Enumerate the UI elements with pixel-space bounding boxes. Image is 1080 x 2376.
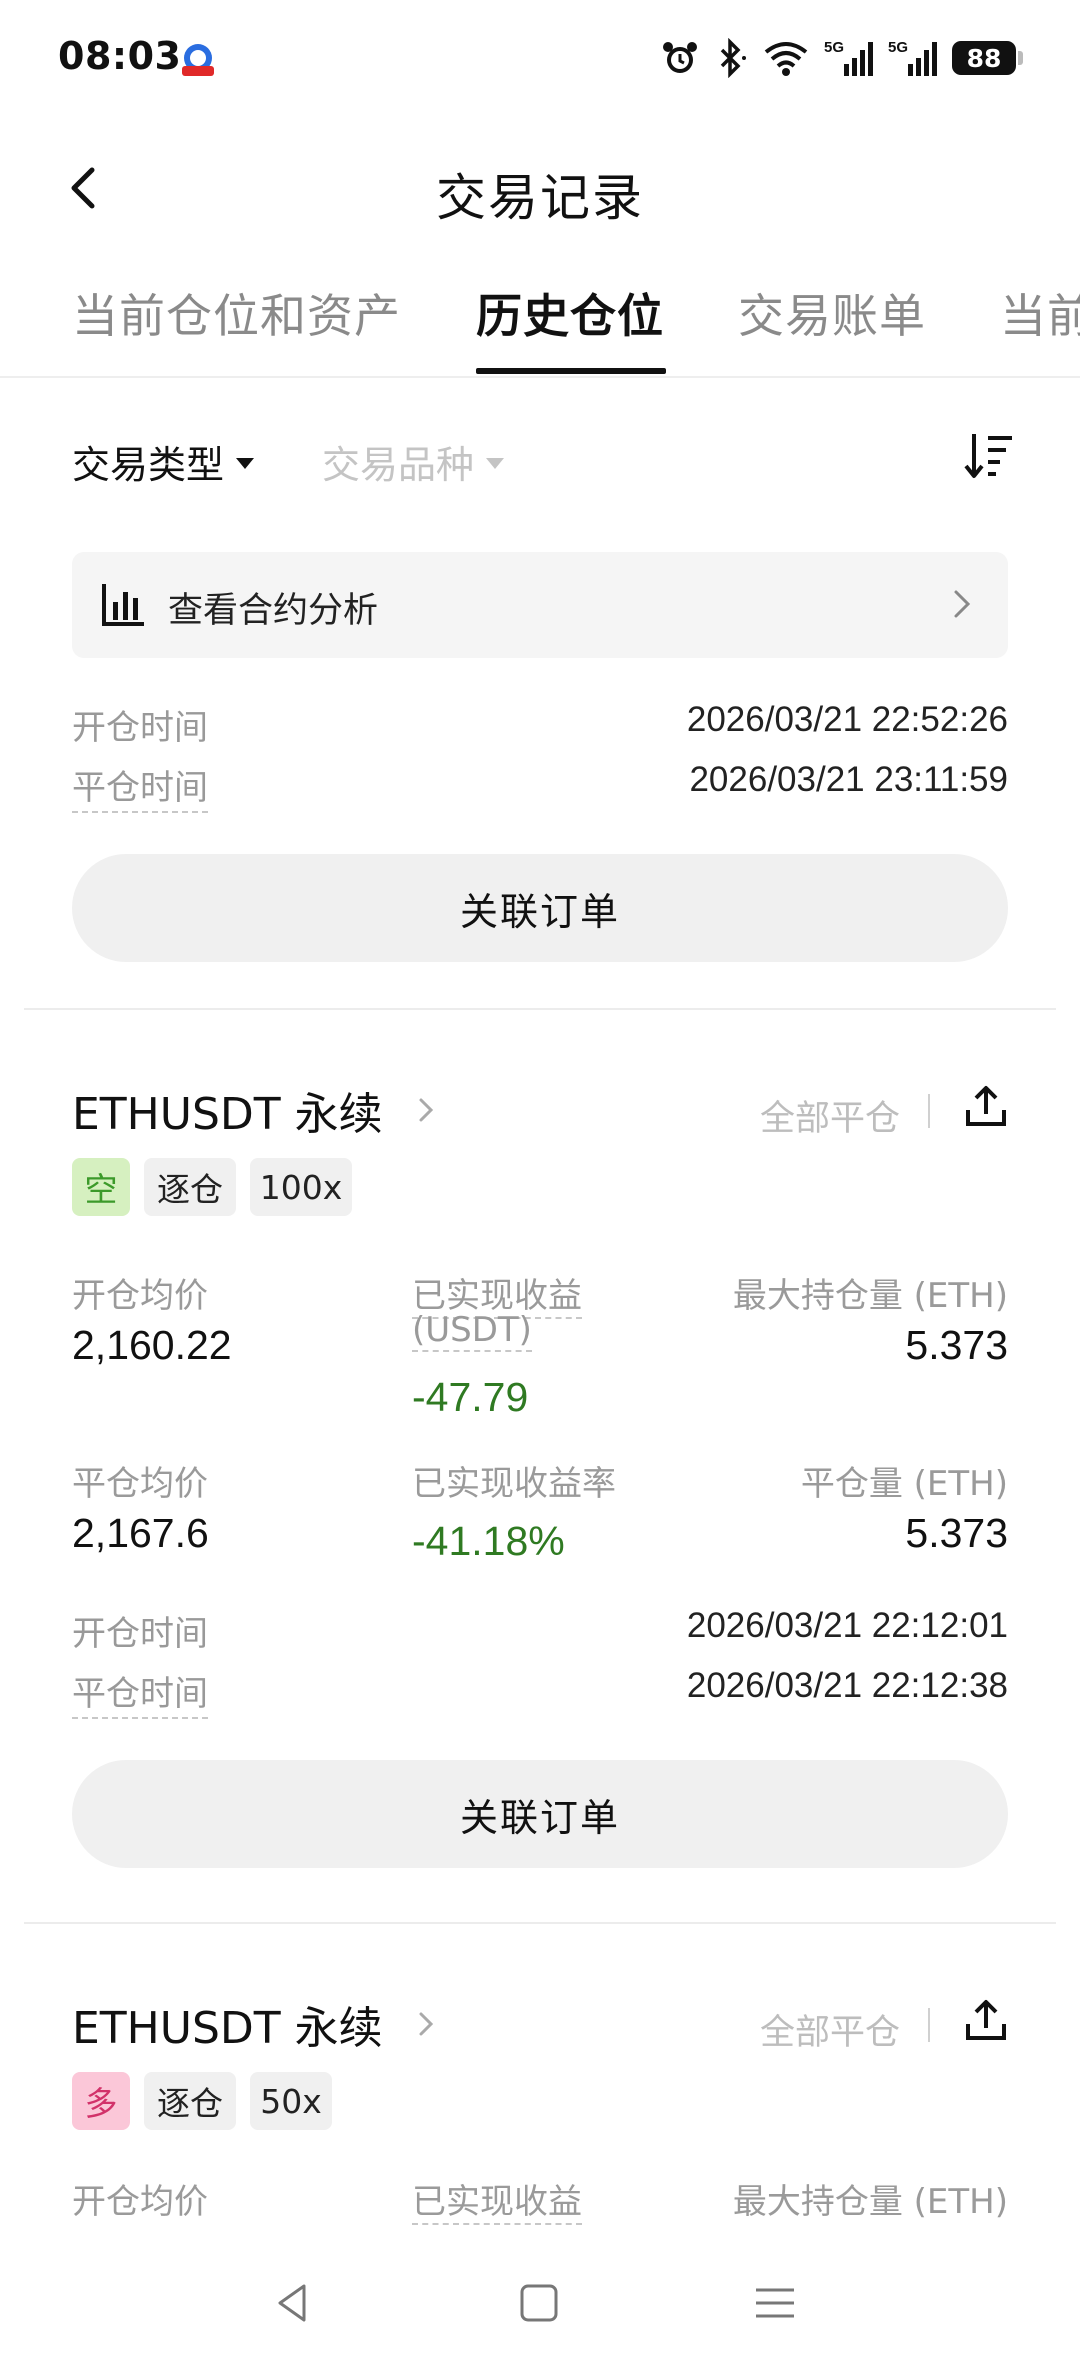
caret-down-icon [486, 458, 505, 469]
system-nav-bar [0, 2230, 1080, 2376]
close-all-button[interactable]: 全部平仓 [760, 1090, 900, 1141]
alarm-icon [663, 42, 697, 73]
active-tab-indicator [476, 368, 666, 374]
tab-current-orders[interactable]: 当前 [1000, 280, 1080, 346]
realized-pnl-value: -47.79 [412, 1374, 529, 1420]
close-time-label[interactable]: 平仓时间 [72, 1666, 208, 1719]
realized-pnl-label[interactable]: 已实现收益 [412, 2174, 582, 2225]
max-position-value: 5.373 [905, 1322, 1008, 1368]
leverage-tag: 50x [250, 2072, 332, 2130]
leverage-tag: 100x [250, 1158, 352, 1216]
max-position-label: 最大持仓量 (ETH) [732, 1276, 1008, 1316]
trade-symbol-filter[interactable]: 交易品种 [322, 434, 505, 489]
closed-qty-label: 平仓量 (ETH) [800, 1464, 1008, 1504]
close-time-value: 2026/03/21 22:12:38 [686, 1666, 1008, 1705]
close-time-label[interactable]: 平仓时间 [72, 760, 208, 813]
svg-text:5G: 5G [824, 39, 844, 56]
avg-close-value: 2,167.6 [72, 1510, 209, 1556]
side-tag: 多 [72, 2072, 130, 2130]
open-time-value: 2026/03/21 22:52:26 [686, 700, 1008, 739]
avg-open-label: 开仓均价 [72, 1276, 208, 1316]
battery-indicator: 88 [952, 41, 1023, 75]
chevron-right-icon [419, 1098, 433, 1122]
tab-bar: 当前仓位和资产 历史仓位 交易账单 当前 [0, 258, 1080, 378]
screen: 08:03 5G 5G 88 交易记录 当前仓位和资产 历史仓位 交易账单 当 … [0, 0, 1080, 2376]
status-time: 08:03 [58, 34, 182, 78]
contract-analysis-card[interactable]: 查看合约分析 [72, 552, 1008, 658]
tab-current-positions[interactable]: 当前仓位和资产 [72, 280, 401, 346]
trade-type-filter[interactable]: 交易类型 [72, 434, 255, 489]
margin-mode-tag: 逐仓 [144, 2072, 236, 2130]
position-symbol[interactable]: ETHUSDT 永续 [72, 1992, 439, 2056]
realized-rate-value: -41.18% [412, 1518, 565, 1564]
avg-open-label: 开仓均价 [72, 2182, 208, 2222]
contract-analysis-label: 查看合约分析 [168, 591, 379, 631]
nav-home-icon[interactable] [514, 2278, 564, 2328]
caret-down-icon [236, 458, 255, 469]
page-title: 交易记录 [436, 169, 644, 227]
close-all-button[interactable]: 全部平仓 [760, 2004, 900, 2055]
share-icon[interactable] [962, 1996, 1010, 2044]
side-tag: 空 [72, 1158, 130, 1216]
realized-pnl-unit: (USDT) [412, 1310, 532, 1352]
bluetooth-icon [720, 38, 746, 78]
header: 交易记录 [0, 118, 1080, 258]
chevron-right-icon [419, 2012, 433, 2036]
share-icon[interactable] [962, 1082, 1010, 1130]
nav-back-icon[interactable] [268, 2278, 318, 2328]
sort-icon[interactable] [962, 428, 1018, 484]
bar-chart-icon [102, 584, 144, 626]
tab-history-positions[interactable]: 历史仓位 [476, 280, 664, 346]
card-divider [24, 1008, 1056, 1010]
trade-symbol-label: 交易品种 [322, 443, 475, 487]
chevron-right-icon [954, 590, 971, 618]
related-orders-button[interactable]: 关联订单 [72, 854, 1008, 962]
card-divider [24, 1922, 1056, 1924]
position-symbol[interactable]: ETHUSDT 永续 [72, 1078, 439, 1142]
status-bar: 08:03 5G 5G 88 [0, 0, 1080, 118]
battery-level: 88 [966, 43, 1002, 73]
status-icons: 5G 5G 88 [660, 36, 1023, 80]
close-time-value: 2026/03/21 23:11:59 [689, 760, 1008, 799]
signal-5g-icon: 5G [888, 39, 937, 76]
avg-open-value: 2,160.22 [72, 1322, 232, 1368]
nav-menu-icon[interactable] [750, 2278, 800, 2328]
max-position-label: 最大持仓量 (ETH) [732, 2182, 1008, 2222]
vertical-separator [928, 1094, 930, 1128]
position-symbol-label: ETHUSDT 永续 [72, 1089, 383, 1140]
app-notification-icon [182, 44, 214, 76]
avg-close-label: 平仓均价 [72, 1464, 208, 1504]
open-time-label: 开仓时间 [72, 1614, 208, 1654]
position-symbol-label: ETHUSDT 永续 [72, 2003, 383, 2054]
tab-trade-bills[interactable]: 交易账单 [738, 280, 926, 346]
open-time-value: 2026/03/21 22:12:01 [686, 1606, 1008, 1645]
trade-type-label: 交易类型 [72, 443, 225, 487]
realized-rate-label: 已实现收益率 [412, 1464, 616, 1504]
filter-row: 交易类型 交易品种 [0, 376, 1080, 536]
vertical-separator [928, 2008, 930, 2042]
wifi-icon [764, 42, 808, 76]
closed-qty-value: 5.373 [905, 1510, 1008, 1556]
margin-mode-tag: 逐仓 [144, 1158, 236, 1216]
related-orders-button[interactable]: 关联订单 [72, 1760, 1008, 1868]
signal-5g-icon: 5G [824, 39, 873, 76]
open-time-label: 开仓时间 [72, 708, 208, 748]
svg-text:5G: 5G [888, 39, 908, 56]
